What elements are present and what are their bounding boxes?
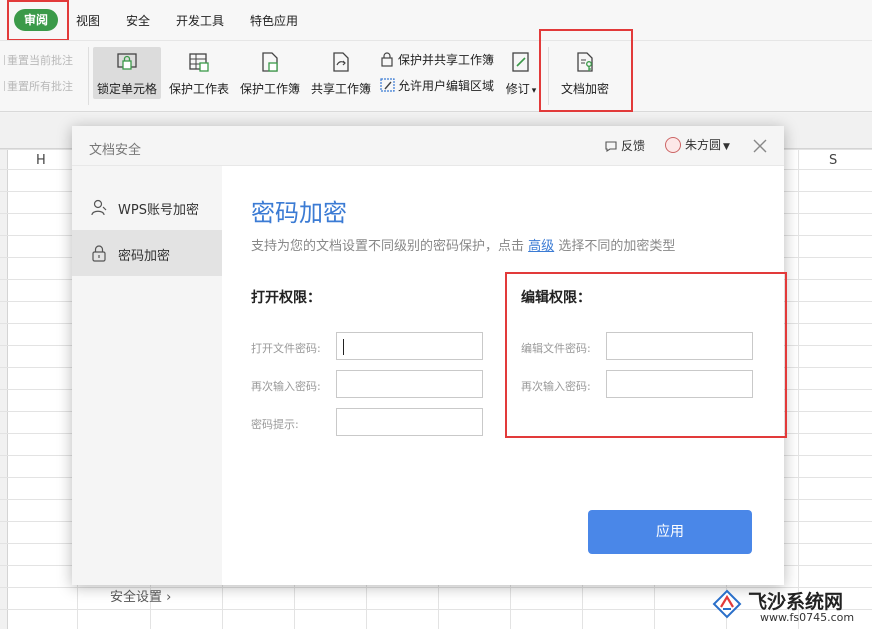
- open-confirm-password-field[interactable]: [336, 370, 483, 398]
- open-password-label: 打开文件密码:: [251, 342, 321, 355]
- site-watermark: 飞沙系统网 www.fs0745.com: [712, 585, 872, 629]
- protect-share-icon: [381, 52, 393, 67]
- tab-developer[interactable]: 开发工具: [176, 12, 224, 29]
- ribbon-tab-bar: 审阅 视图 安全 开发工具 特色应用: [0, 0, 872, 40]
- tab-view[interactable]: 视图: [76, 12, 100, 29]
- password-hint-label: 密码提示:: [251, 418, 299, 431]
- user-icon: [91, 199, 107, 216]
- feedback-button[interactable]: 反馈: [604, 137, 645, 154]
- protect-sheet-button[interactable]: 保护工作表: [165, 47, 233, 99]
- edit-range-icon: [380, 78, 395, 92]
- open-password-field[interactable]: [336, 332, 483, 360]
- reset-icon: [0, 55, 5, 65]
- protect-and-share-button[interactable]: 保护并共享工作簿: [380, 51, 494, 68]
- dialog-title: 文档安全: [89, 143, 142, 158]
- reset-current-comments[interactable]: 重置当前批注: [0, 52, 73, 68]
- site-name: 飞沙系统网: [748, 591, 844, 613]
- security-settings-link[interactable]: 安全设置 ›: [110, 586, 171, 605]
- dialog-sidebar: WPS账号加密 密码加密 安全设置 ›: [72, 166, 222, 605]
- sidebar-item-wps-account[interactable]: WPS账号加密: [72, 184, 222, 230]
- sidebar-item-password[interactable]: 密码加密: [72, 230, 222, 276]
- chevron-right-icon: ›: [166, 590, 172, 605]
- reset-icon: [0, 81, 5, 91]
- highlight-box-edit-permission: [505, 272, 787, 438]
- tab-security[interactable]: 安全: [126, 12, 150, 29]
- open-permission-title: 打开权限：: [251, 290, 321, 306]
- share-workbook-button[interactable]: 共享工作簿: [307, 47, 375, 99]
- user-menu[interactable]: 朱方圆 ▼: [665, 136, 730, 153]
- revise-icon: [512, 52, 529, 72]
- password-hint-field[interactable]: [336, 408, 483, 436]
- dialog-header: 文档安全 反馈 朱方圆 ▼: [72, 126, 784, 166]
- protect-workbook-button[interactable]: 保护工作簿: [236, 47, 304, 99]
- tab-featured[interactable]: 特色应用: [250, 12, 298, 29]
- highlight-box-review-tab: [7, 0, 69, 41]
- text-cursor: [343, 339, 344, 355]
- description-text: 支持为您的文档设置不同级别的密码保护，点击 高级 选择不同的加密类型: [251, 239, 676, 254]
- ribbon-toolbar: 重置当前批注 重置所有批注 锁定单元格 保护工作表 保护工作簿 共享工作簿 保护…: [0, 40, 872, 112]
- page-title: 密码加密: [251, 199, 347, 227]
- open-confirm-label: 再次输入密码:: [251, 380, 321, 393]
- apply-button[interactable]: 应用: [588, 510, 752, 554]
- advanced-link[interactable]: 高级: [528, 239, 554, 254]
- chat-bubble-icon: [605, 141, 617, 153]
- column-header-s[interactable]: S: [829, 153, 837, 168]
- revise-button[interactable]: 修订 ▾: [503, 47, 539, 99]
- close-icon[interactable]: [752, 138, 768, 154]
- lock-cell-icon: [117, 53, 137, 70]
- lock-cell-button[interactable]: 锁定单元格: [93, 47, 161, 99]
- avatar: [665, 137, 681, 153]
- share-workbook-icon: [333, 52, 349, 72]
- chevron-down-icon: ▾: [531, 86, 537, 96]
- reset-all-comments[interactable]: 重置所有批注: [0, 78, 73, 94]
- site-logo-icon: [712, 589, 742, 619]
- highlight-box-doc-encrypt: [539, 29, 633, 112]
- toolbar-divider: [88, 47, 89, 105]
- protect-sheet-icon: [189, 53, 209, 72]
- allow-edit-ranges-button[interactable]: 允许用户编辑区域: [380, 77, 494, 94]
- column-header-h[interactable]: H: [36, 153, 46, 168]
- protect-workbook-icon: [262, 52, 278, 72]
- lock-icon: [92, 245, 106, 262]
- caret-down-icon: ▼: [723, 142, 730, 152]
- site-url: www.fs0745.com: [760, 611, 855, 624]
